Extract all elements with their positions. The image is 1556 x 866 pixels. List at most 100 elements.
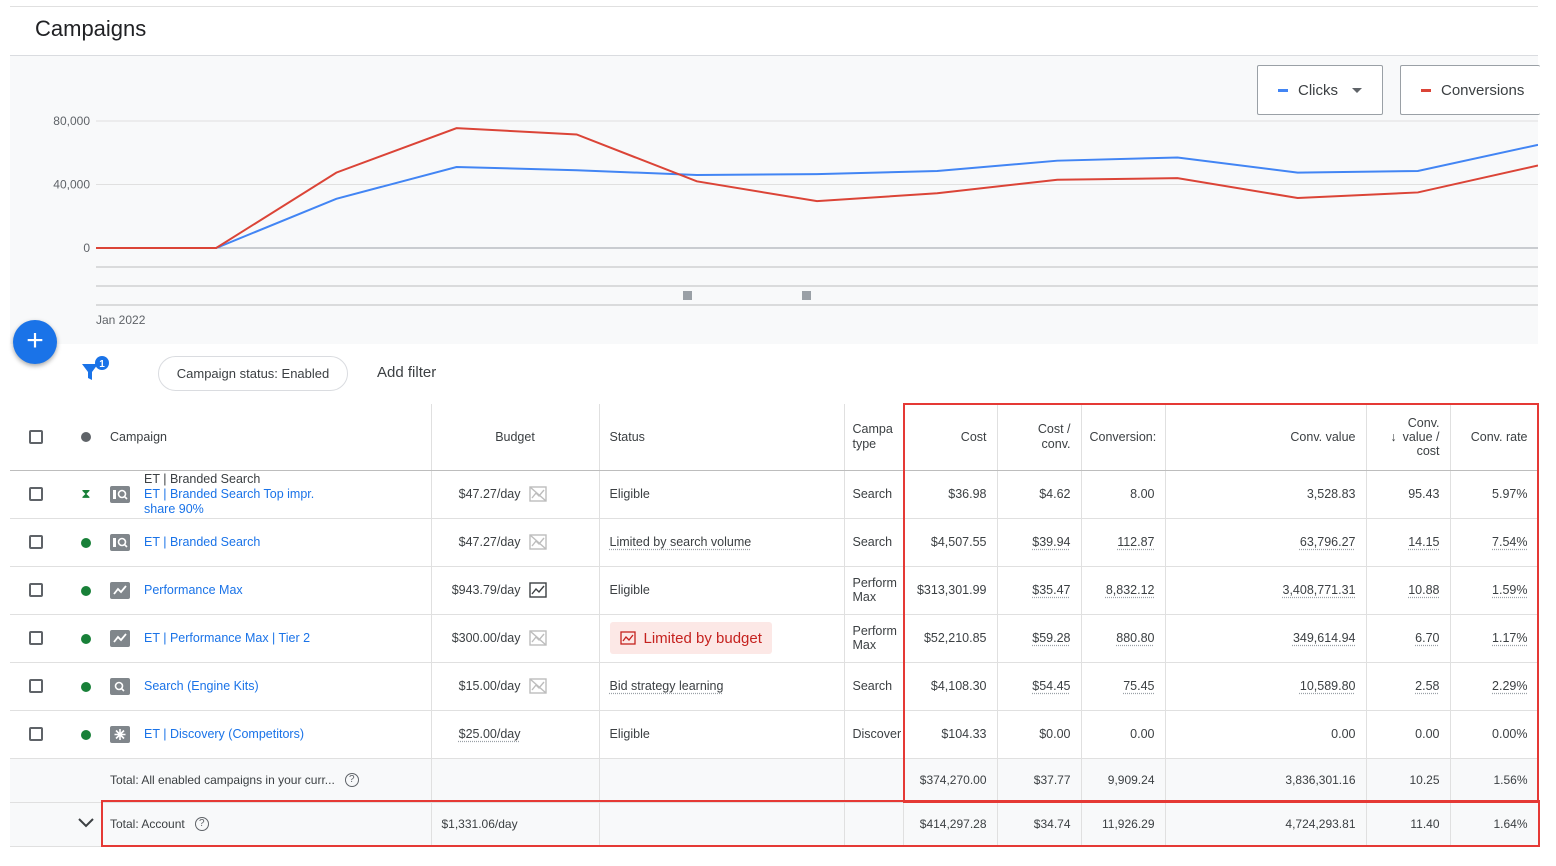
- add-campaign-button[interactable]: +: [13, 320, 57, 364]
- conversions-cell: 8,832.12: [1081, 566, 1166, 615]
- cost-per-conv-cell: $35.47: [997, 566, 1082, 615]
- conv-value-column-header[interactable]: Conv. value: [1165, 404, 1367, 471]
- trend-chart-icon: [619, 631, 636, 645]
- conv-value-per-cost-cell: 95.43: [1366, 470, 1451, 519]
- budget-value[interactable]: $47.27/day: [459, 487, 521, 501]
- enabled-status-icon[interactable]: [81, 537, 91, 548]
- conv-value-cell: 3,528.83: [1165, 470, 1367, 519]
- cost-per-conv-cell: $54.45: [997, 662, 1082, 711]
- filter-icon[interactable]: 1: [80, 356, 114, 384]
- chart-disabled-icon[interactable]: [528, 486, 547, 502]
- total-conv-value-per-cost-cell: 10.25: [1366, 758, 1451, 803]
- budget-value[interactable]: $943.79/day: [452, 583, 521, 597]
- status-cell: Eligible: [599, 710, 845, 759]
- cost-per-conv-cell: $0.00: [997, 710, 1082, 759]
- conversions-metric-label: Conversions: [1441, 81, 1525, 99]
- total-conversions-cell: 9,909.24: [1081, 758, 1166, 803]
- total-account-row: Total: Account? $1,331.06/day $414,297.2…: [10, 802, 1539, 847]
- chevron-down-icon[interactable]: [78, 818, 94, 828]
- budget-value[interactable]: $15.00/day: [459, 679, 521, 693]
- conv-value-per-cost-cell: 2.58: [1366, 662, 1451, 711]
- row-checkbox[interactable]: [29, 487, 43, 502]
- conv-value-cell: 0.00: [1165, 710, 1367, 759]
- chart-disabled-icon[interactable]: [528, 534, 547, 550]
- limited-by-budget-badge[interactable]: Limited by budget: [609, 622, 772, 654]
- cost-per-conv-column-header[interactable]: Cost / conv.: [997, 404, 1082, 471]
- campaign-type-column-header[interactable]: Campa type: [844, 404, 904, 471]
- conv-rate-cell: 1.59%: [1450, 566, 1539, 615]
- y-tick-label: 40,000: [53, 178, 90, 192]
- conv-rate-column-header[interactable]: Conv. rate: [1450, 404, 1539, 471]
- conversions-column-header[interactable]: Conversion:: [1081, 404, 1166, 471]
- status-column-header[interactable]: Status: [599, 404, 845, 471]
- conv-value-per-cost-column-header[interactable]: Conv. ↓ value / cost: [1366, 404, 1451, 471]
- help-icon[interactable]: ?: [344, 773, 359, 788]
- total-account-label: Total: Account: [110, 816, 185, 831]
- cost-column-header[interactable]: Cost: [903, 404, 998, 471]
- clicks-metric-selector[interactable]: Clicks: [1257, 65, 1383, 115]
- enabled-status-icon[interactable]: [81, 585, 91, 596]
- account-cost-per-conv-cell: $34.74: [997, 802, 1082, 847]
- table-row: Performance Max $943.79/day Eligible Per…: [10, 566, 1539, 615]
- campaigns-table: Campaign Budget Status Campa type Cost C…: [10, 404, 1539, 847]
- chart-disabled-icon[interactable]: [528, 678, 547, 694]
- conversions-cell: 880.80: [1081, 614, 1166, 663]
- row-checkbox[interactable]: [29, 631, 43, 646]
- campaign-name-link[interactable]: ET | Discovery (Competitors): [144, 727, 304, 742]
- help-icon[interactable]: ?: [194, 817, 209, 832]
- campaign-status-filter-chip[interactable]: Campaign status: Enabled: [158, 356, 348, 391]
- table-row: Search (Engine Kits) $15.00/day Bid stra…: [10, 662, 1539, 711]
- campaign-name-link[interactable]: ET | Branded Search Top impr.: [144, 487, 314, 502]
- budget-column-header[interactable]: Budget: [431, 404, 600, 471]
- cost-cell: $313,301.99: [903, 566, 998, 615]
- cost-cell: $4,507.55: [903, 518, 998, 567]
- campaign-name-link[interactable]: Search (Engine Kits): [144, 679, 259, 694]
- table-row: ET | Branded Search $47.27/day Limited b…: [10, 518, 1539, 567]
- performance-max-icon: [110, 581, 130, 599]
- y-tick-label: 80,000: [53, 114, 90, 128]
- campaign-original-name: ET | Branded Search: [144, 471, 261, 486]
- search-campaign-icon: [110, 677, 130, 695]
- conv-value-per-cost-cell: 6.70: [1366, 614, 1451, 663]
- budget-value[interactable]: $25.00/day: [459, 727, 521, 741]
- campaign-name-link[interactable]: Performance Max: [144, 583, 243, 598]
- total-cost-cell: $374,270.00: [903, 758, 998, 803]
- campaign-type-cell: Search: [844, 470, 904, 519]
- campaign-name-link[interactable]: ET | Branded Search: [144, 535, 260, 550]
- conv-value-cell: 3,408,771.31: [1165, 566, 1367, 615]
- table-row: ⧗ ET | Branded Search ET | Branded Searc…: [10, 470, 1539, 519]
- add-filter-button[interactable]: Add filter: [377, 364, 436, 381]
- table-row: ET | Discovery (Competitors) $25.00/day …: [10, 710, 1539, 759]
- campaign-type-cell: Discover: [844, 710, 904, 759]
- campaign-column-header[interactable]: Campaign: [110, 404, 432, 471]
- account-conversions-cell: 11,926.29: [1081, 802, 1166, 847]
- conv-rate-cell: 1.17%: [1450, 614, 1539, 663]
- conv-value-cell: 63,796.27: [1165, 518, 1367, 567]
- row-checkbox[interactable]: [29, 535, 43, 550]
- table-row: ET | Performance Max | Tier 2 $300.00/da…: [10, 614, 1539, 663]
- y-tick-label: 0: [83, 241, 90, 255]
- conv-rate-cell: 5.97%: [1450, 470, 1539, 519]
- row-checkbox[interactable]: [29, 679, 43, 694]
- enabled-status-icon[interactable]: [81, 633, 91, 644]
- campaign-name-link-cont[interactable]: share 90%: [144, 502, 314, 517]
- conversions-metric-selector[interactable]: Conversions: [1400, 65, 1540, 115]
- status-column-icon[interactable]: [81, 432, 91, 443]
- row-checkbox[interactable]: [29, 583, 43, 598]
- enabled-status-icon[interactable]: [81, 681, 91, 692]
- budget-value[interactable]: $300.00/day: [452, 631, 521, 645]
- conv-rate-cell: 2.29%: [1450, 662, 1539, 711]
- conversions-legend-swatch: [1421, 88, 1431, 92]
- select-all-checkbox[interactable]: [29, 430, 43, 445]
- campaign-type-cell: Perform Max: [844, 566, 904, 615]
- total-enabled-label: Total: All enabled campaigns in your cur…: [110, 772, 335, 787]
- budget-value[interactable]: $47.27/day: [459, 535, 521, 549]
- enabled-status-icon[interactable]: [81, 729, 91, 740]
- row-checkbox[interactable]: [29, 727, 43, 742]
- status-cell: Limited by budget: [599, 614, 845, 663]
- campaign-name-link[interactable]: ET | Performance Max | Tier 2: [144, 631, 310, 646]
- chart-disabled-icon[interactable]: [528, 630, 547, 646]
- status-cell: Limited by search volume: [599, 518, 845, 567]
- chart-icon[interactable]: [528, 582, 547, 598]
- series-line-conversions: [96, 127, 1538, 249]
